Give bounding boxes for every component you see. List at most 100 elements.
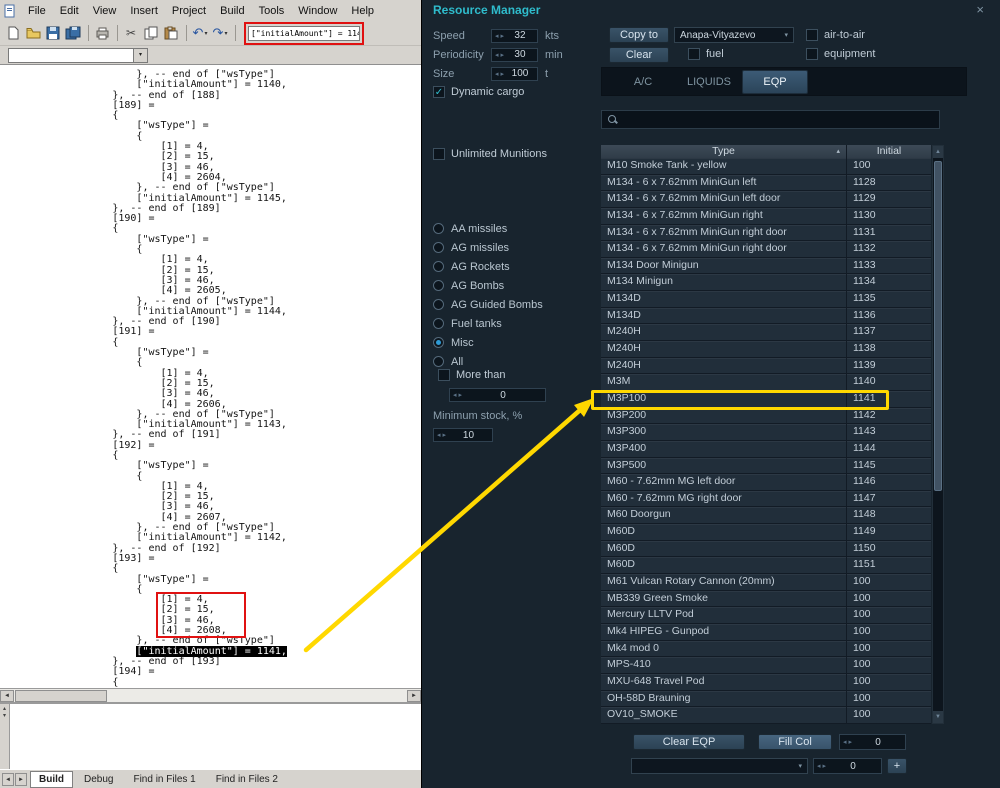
checkbox-icon[interactable]	[806, 29, 818, 41]
fill-col-button[interactable]: Fill Col	[758, 734, 832, 750]
filter-radio-fuel-tanks[interactable]: Fuel tanks	[433, 314, 543, 333]
scroll-right-icon[interactable]: ►	[407, 690, 421, 702]
unlimited-munitions-checkbox[interactable]: Unlimited Munitions	[433, 148, 547, 160]
editor-horizontal-scrollbar[interactable]: ◄ ►	[0, 688, 421, 702]
more-than-checkbox[interactable]: More than	[438, 369, 506, 381]
filter-radio-ag-rockets[interactable]: AG Rockets	[433, 257, 543, 276]
open-folder-icon[interactable]	[24, 24, 42, 42]
table-row[interactable]: MPS-410 100	[601, 657, 931, 674]
scroll-down-icon[interactable]: ▼	[933, 711, 943, 723]
tab-scroll-left-icon[interactable]: ◄	[2, 772, 14, 786]
bottom-stepper[interactable]: ◂ ▸ 0	[813, 758, 882, 774]
scrollbar-thumb[interactable]	[15, 690, 107, 702]
bottom-tab-debug[interactable]: Debug	[75, 771, 122, 788]
output-pane-splitter[interactable]: ▴ ▾	[0, 704, 10, 769]
checkbox-icon[interactable]	[438, 369, 450, 381]
bottom-tab-find-in-files-2[interactable]: Find in Files 2	[207, 771, 287, 788]
table-row[interactable]: M240H 1138	[601, 341, 931, 358]
table-row[interactable]: M134 - 6 x 7.62mm MiniGun left 1128	[601, 174, 931, 192]
table-row[interactable]: MB339 Green Smoke 100	[601, 590, 931, 608]
splitter-down-icon[interactable]: ▾	[0, 713, 9, 720]
list-search-input[interactable]	[601, 110, 940, 129]
filter-radio-ag-bombs[interactable]: AG Bombs	[433, 276, 543, 295]
table-row[interactable]: M134 - 6 x 7.62mm MiniGun right door 1131	[601, 224, 931, 242]
stepper-arrows-icon[interactable]: ◂ ▸	[434, 431, 449, 439]
equipment-checkbox[interactable]: equipment	[806, 48, 875, 60]
table-row[interactable]: Mk4 mod 0 100	[601, 640, 931, 658]
save-all-icon[interactable]	[64, 24, 82, 42]
table-row[interactable]: Mk4 HIPEG - Gunpod 100	[601, 623, 931, 641]
minimum-stock-stepper[interactable]: ◂ ▸ 10	[433, 428, 493, 442]
menu-item-window[interactable]: Window	[291, 3, 344, 19]
airport-dropdown[interactable]: Anapa-Vityazevo ▾	[674, 27, 794, 43]
tab-eqp[interactable]: EQP	[742, 69, 808, 94]
table-row[interactable]: M61 Vulcan Rotary Cannon (20mm) 100	[601, 574, 931, 591]
checkbox-checked-icon[interactable]: ✓	[433, 86, 445, 98]
copy-to-button[interactable]: Copy to	[609, 27, 669, 43]
filter-radio-aa-missiles[interactable]: AA missiles	[433, 219, 543, 238]
menu-item-build[interactable]: Build	[213, 3, 251, 19]
fuel-checkbox[interactable]: fuel	[688, 48, 724, 60]
table-row[interactable]: Mercury LLTV Pod 100	[601, 607, 931, 624]
stepper-arrows-icon[interactable]: ◂ ▸	[450, 391, 465, 399]
air-to-air-checkbox[interactable]: air-to-air	[806, 29, 865, 41]
table-row[interactable]: MXU-648 Travel Pod 100	[601, 673, 931, 691]
table-row[interactable]: M3P300 1143	[601, 424, 931, 441]
clear-eqp-button[interactable]: Clear EQP	[633, 734, 745, 750]
menu-item-view[interactable]: View	[86, 3, 124, 19]
function-list-combo[interactable]: ▾	[8, 47, 148, 63]
table-row[interactable]: M60 - 7.62mm MG right door 1147	[601, 490, 931, 508]
menu-item-tools[interactable]: Tools	[252, 3, 292, 19]
table-row[interactable]: M3P500 1145	[601, 457, 931, 475]
table-row[interactable]: M60D 1149	[601, 524, 931, 541]
table-vertical-scrollbar[interactable]: ▲ ▼	[932, 145, 944, 724]
table-row[interactable]: M134D 1136	[601, 307, 931, 325]
table-row[interactable]: M240H 1139	[601, 357, 931, 375]
filter-radio-ag-missiles[interactable]: AG missiles	[433, 238, 543, 257]
stepper-arrows-icon[interactable]: ◂ ▸	[840, 738, 855, 746]
table-row[interactable]: M60D 1151	[601, 557, 931, 575]
code-editor-view[interactable]: }, -- end of ["wsType"] ["initialAmount"…	[0, 64, 421, 688]
menu-item-file[interactable]: File	[21, 3, 53, 19]
speed-stepper[interactable]: ◂ ▸ 32	[491, 28, 538, 43]
table-row[interactable]: M10 Smoke Tank - yellow 100	[601, 158, 931, 175]
menu-item-edit[interactable]: Edit	[53, 3, 86, 19]
menu-item-insert[interactable]: Insert	[123, 3, 165, 19]
bottom-tab-find-in-files-1[interactable]: Find in Files 1	[124, 771, 204, 788]
undo-icon[interactable]: ↶ ▾	[191, 24, 209, 42]
table-row[interactable]: OH-58D Brauning 100	[601, 690, 931, 708]
stepper-arrows-icon[interactable]: ◂ ▸	[814, 762, 829, 770]
search-input[interactable]: ["initialAmount"] = 1141	[248, 25, 360, 41]
scroll-up-icon[interactable]: ▲	[933, 146, 943, 158]
splitter-up-icon[interactable]: ▴	[0, 706, 9, 713]
stepper-arrows-icon[interactable]: ◂ ▸	[492, 32, 507, 40]
table-row[interactable]: M134 Minigun 1134	[601, 274, 931, 292]
stepper-arrows-icon[interactable]: ◂ ▸	[492, 51, 507, 59]
dynamic-cargo-checkbox[interactable]: ✓ Dynamic cargo	[433, 86, 524, 98]
periodicity-stepper[interactable]: ◂ ▸ 30	[491, 47, 538, 62]
menu-item-help[interactable]: Help	[344, 3, 381, 19]
copy-icon[interactable]	[142, 24, 160, 42]
table-header[interactable]: Type ▴ Initial	[601, 145, 931, 158]
table-row[interactable]: M134 - 6 x 7.62mm MiniGun right 1130	[601, 207, 931, 225]
column-header-type[interactable]: Type ▴	[601, 145, 846, 158]
table-row[interactable]: M3P200 1142	[601, 407, 931, 425]
filter-radio-ag-guided-bombs[interactable]: AG Guided Bombs	[433, 295, 543, 314]
table-row[interactable]: M3P400 1144	[601, 440, 931, 458]
print-icon[interactable]	[93, 24, 111, 42]
checkbox-icon[interactable]	[433, 148, 445, 160]
checkbox-icon[interactable]	[688, 48, 700, 60]
fill-col-stepper[interactable]: ◂ ▸ 0	[839, 734, 906, 750]
stepper-arrows-icon[interactable]: ◂ ▸	[492, 70, 507, 78]
tab-a-c[interactable]: A/C	[610, 70, 676, 94]
size-stepper[interactable]: ◂ ▸ 100	[491, 66, 538, 81]
table-row[interactable]: M3P100 1141	[601, 390, 931, 408]
scrollbar-thumb[interactable]	[934, 161, 942, 491]
scroll-left-icon[interactable]: ◄	[0, 690, 14, 702]
menu-item-project[interactable]: Project	[165, 3, 213, 19]
cut-icon[interactable]: ✂	[122, 24, 140, 42]
clear-button[interactable]: Clear	[609, 47, 669, 63]
close-icon[interactable]: ×	[976, 2, 984, 17]
chevron-down-icon[interactable]: ▾	[133, 48, 147, 62]
filter-radio-misc[interactable]: Misc	[433, 333, 543, 352]
